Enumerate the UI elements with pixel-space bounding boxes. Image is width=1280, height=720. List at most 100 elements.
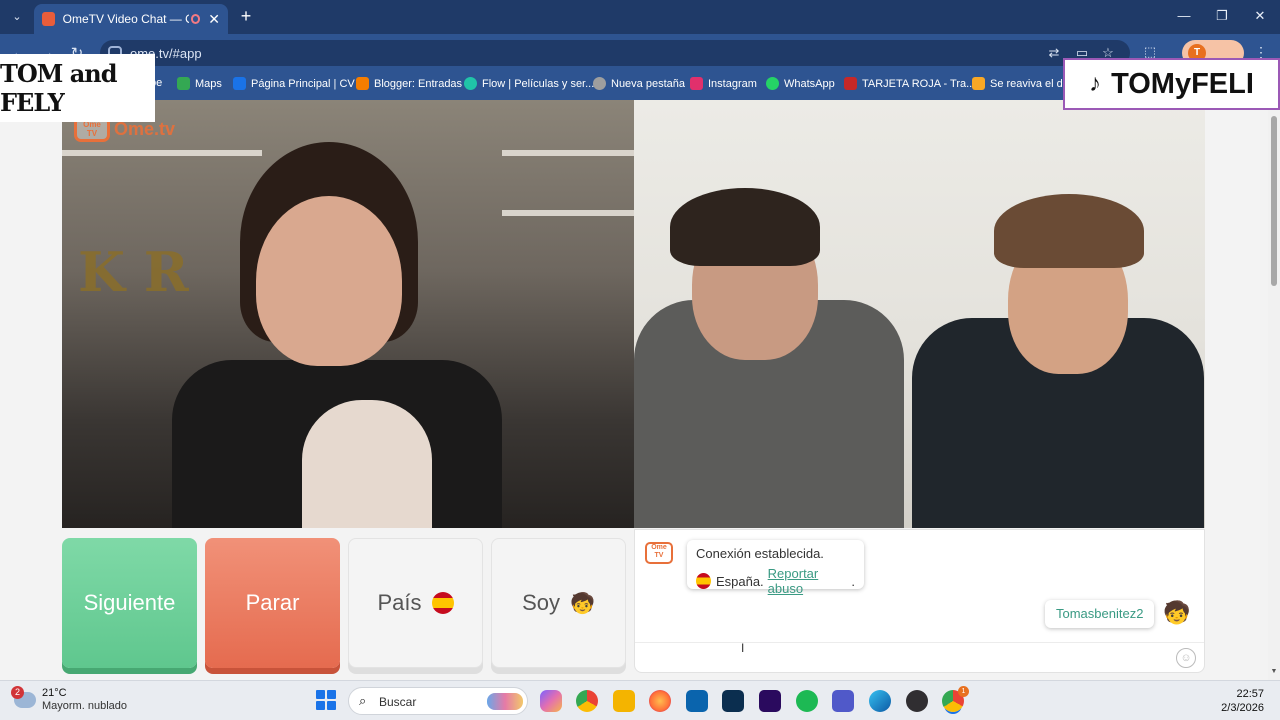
bookmark-label: WhatsApp bbox=[784, 77, 835, 90]
video-shelf bbox=[502, 150, 634, 156]
tab-search-chevron-icon[interactable]: ⌄ bbox=[6, 6, 28, 28]
bookmark-label: Instagram bbox=[708, 77, 757, 90]
page-scrollbar[interactable]: ▲ ▼ bbox=[1268, 100, 1280, 680]
bookmark-item[interactable]: Maps bbox=[177, 77, 222, 90]
weather-badge: 2 bbox=[11, 686, 24, 699]
bookmark-label: Nueva pestaña bbox=[611, 77, 685, 90]
bookmark-item[interactable]: Blogger: Entradas bbox=[356, 77, 462, 90]
own-avatar-icon: 🧒 bbox=[1163, 600, 1191, 625]
partner-country-text: España. bbox=[715, 573, 764, 589]
maximize-button[interactable]: ❐ bbox=[1212, 8, 1232, 24]
file-explorer-icon[interactable] bbox=[613, 690, 635, 712]
bookmark-item[interactable]: Instagram bbox=[690, 77, 757, 90]
country-filter-button[interactable]: País bbox=[348, 538, 483, 668]
cloudy-weather-icon: 2 bbox=[11, 686, 36, 708]
flow-icon bbox=[464, 77, 477, 90]
video-shelf bbox=[62, 150, 262, 156]
new-tab-icon bbox=[593, 77, 606, 90]
recording-indicator-icon bbox=[190, 14, 201, 24]
stranger-video: K R bbox=[62, 100, 634, 528]
minimize-button[interactable]: — bbox=[1174, 8, 1194, 23]
bookmark-item[interactable]: Flow | Películas y ser... bbox=[464, 77, 594, 90]
stop-button[interactable]: Parar bbox=[205, 538, 340, 668]
spotify-icon[interactable] bbox=[796, 690, 818, 712]
scroll-down-icon[interactable]: ▼ bbox=[1270, 668, 1278, 675]
report-abuse-link[interactable]: Reportar abuso bbox=[768, 566, 852, 596]
outlook-icon[interactable] bbox=[686, 690, 708, 712]
video-shelf bbox=[502, 210, 634, 216]
windows-logo-icon bbox=[316, 690, 325, 699]
blogger-icon bbox=[356, 77, 369, 90]
new-tab-button[interactable]: + bbox=[236, 6, 256, 27]
start-button[interactable] bbox=[316, 690, 336, 710]
chat-message-input[interactable] bbox=[635, 643, 1165, 672]
chrome-icon[interactable] bbox=[576, 690, 598, 712]
bookmark-label: Página Principal | CV bbox=[251, 77, 355, 90]
weather-temperature: 21°C bbox=[42, 687, 67, 699]
tiktok-icon: ♪ bbox=[1089, 70, 1102, 97]
bookmark-item[interactable]: Nueva pestaña bbox=[593, 77, 685, 90]
next-button-label: Siguiente bbox=[83, 590, 176, 615]
copilot-icon[interactable] bbox=[540, 690, 562, 712]
own-camera-video bbox=[634, 100, 1205, 528]
close-window-button[interactable]: ✕ bbox=[1250, 8, 1270, 24]
cv-icon bbox=[233, 77, 246, 90]
weather-widget[interactable]: 2 21°C Mayorm. nublado bbox=[11, 686, 127, 713]
watermark-right-text: TOMyFELI bbox=[1111, 67, 1254, 100]
bookmark-item[interactable]: Se reaviva el deb bbox=[972, 77, 1075, 90]
app-store-icon[interactable] bbox=[722, 690, 744, 712]
text-cursor-icon: I bbox=[741, 641, 745, 655]
bookmark-label: Flow | Películas y ser... bbox=[482, 77, 595, 90]
connection-status-text: Conexión establecida. bbox=[696, 546, 824, 561]
boy-avatar-icon: 🧒 bbox=[570, 592, 595, 615]
bookmark-item[interactable]: Página Principal | CV bbox=[233, 77, 355, 90]
premiere-icon[interactable] bbox=[759, 690, 781, 712]
windows-taskbar: 2 21°C Mayorm. nublado ⌕ Buscar 1 22:57 … bbox=[0, 680, 1280, 720]
balloon-letters-decoration: K R bbox=[78, 240, 189, 304]
emoji-picker-icon[interactable]: ☺ bbox=[1176, 648, 1196, 668]
whatsapp-icon bbox=[766, 77, 779, 90]
tarjeta-roja-icon bbox=[844, 77, 857, 90]
system-message: Conexión establecida. España. Reportar a… bbox=[687, 540, 864, 596]
stranger-knee bbox=[302, 400, 432, 528]
teams-icon[interactable] bbox=[832, 690, 854, 712]
ometv-favicon-icon bbox=[42, 12, 55, 26]
system-clock[interactable]: 22:57 2/3/2026 bbox=[1208, 687, 1264, 715]
own-chat-message: Tomasbenitez2 bbox=[1045, 600, 1155, 628]
edge-icon[interactable] bbox=[869, 690, 891, 712]
next-button[interactable]: Siguiente bbox=[62, 538, 197, 668]
windows-logo-icon bbox=[327, 701, 336, 710]
gender-selector-button[interactable]: Soy 🧒 bbox=[491, 538, 626, 668]
tab-ometv[interactable]: OmeTV Video Chat — OmeTV ✕ bbox=[34, 4, 228, 34]
tab-close-icon[interactable]: ✕ bbox=[208, 11, 220, 28]
bookmark-item[interactable]: TARJETA ROJA - Tra... bbox=[844, 77, 975, 90]
search-label: Buscar bbox=[379, 695, 417, 709]
gender-button-label: Soy bbox=[522, 590, 560, 615]
translate-icon[interactable]: ⇄ bbox=[1046, 45, 1062, 61]
instagram-icon bbox=[690, 77, 703, 90]
news-icon bbox=[972, 77, 985, 90]
obs-icon[interactable] bbox=[906, 690, 928, 712]
stranger-face bbox=[256, 196, 402, 366]
bookmark-item[interactable]: WhatsApp bbox=[766, 77, 835, 90]
chrome-notification-badge: 1 bbox=[958, 686, 969, 697]
stop-button-label: Parar bbox=[245, 590, 300, 615]
person-right-hair bbox=[994, 194, 1144, 268]
report-suffix: . bbox=[851, 573, 855, 589]
weather-description: Mayorm. nublado bbox=[42, 700, 127, 712]
person-left-hair bbox=[670, 188, 820, 266]
tab-title: OmeTV Video Chat — OmeTV bbox=[62, 12, 189, 26]
scroll-thumb[interactable] bbox=[1271, 116, 1277, 286]
chat-panel: Ome TV Conexión establecida. España. Rep… bbox=[634, 529, 1205, 673]
country-button-label: País bbox=[377, 590, 422, 615]
firefox-icon[interactable] bbox=[649, 690, 671, 712]
spain-flag-icon bbox=[696, 573, 711, 589]
bookmark-label: Maps bbox=[195, 77, 222, 90]
taskbar-search[interactable]: ⌕ Buscar bbox=[348, 687, 528, 715]
bookmark-label: TARJETA ROJA - Tra... bbox=[862, 77, 976, 90]
windows-logo-icon bbox=[316, 701, 325, 710]
watermark-left-text: TOM and FELY bbox=[0, 59, 117, 117]
address-bar[interactable]: ome.tv/#app ⇄ ▭ ☆ bbox=[100, 40, 1130, 66]
tom-and-fely-watermark: TOM and FELY bbox=[0, 54, 155, 122]
search-icon: ⌕ bbox=[359, 693, 367, 708]
